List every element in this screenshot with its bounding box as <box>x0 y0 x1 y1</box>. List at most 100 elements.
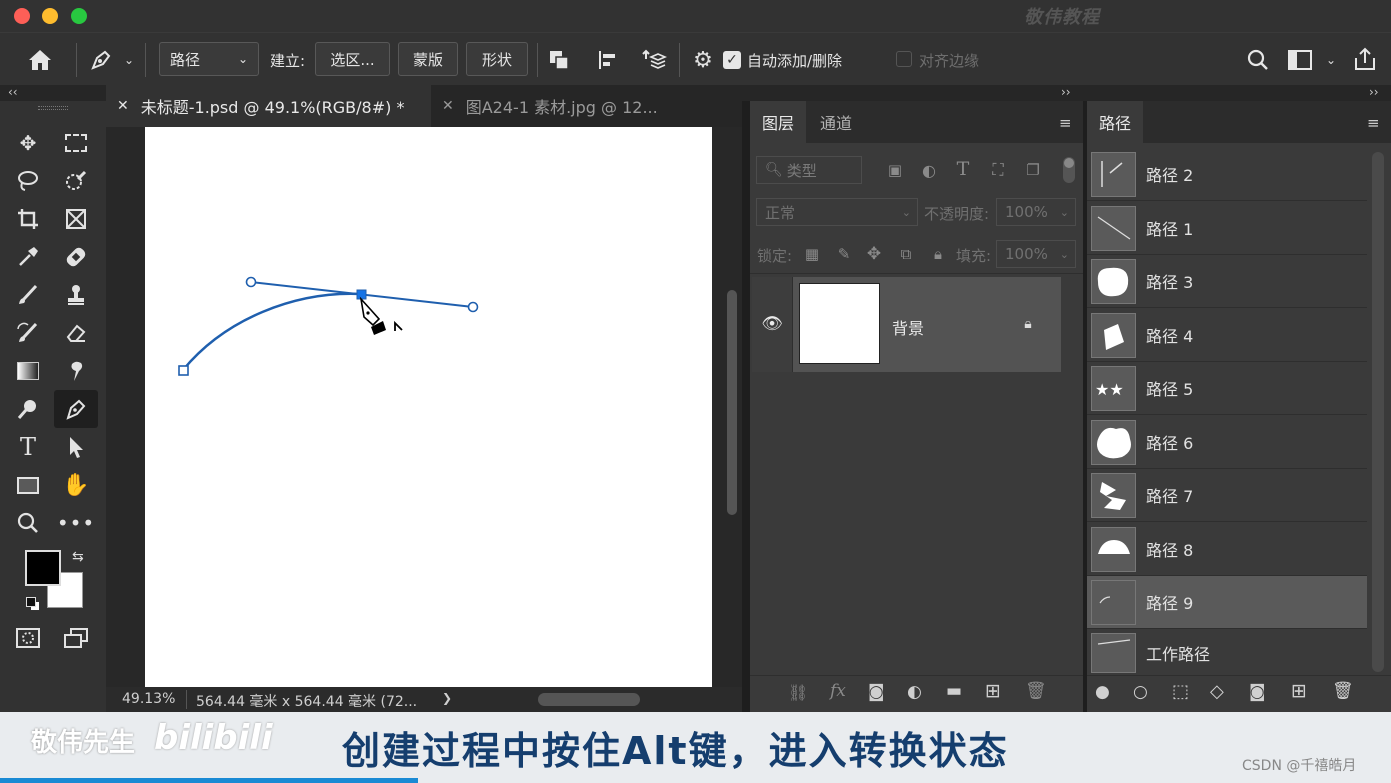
chevron-down-icon[interactable]: ⌄ <box>1322 51 1340 69</box>
new-group-icon[interactable]: ▬ <box>946 681 962 701</box>
path-alignment-icon[interactable] <box>592 45 622 75</box>
smudge-tool-icon[interactable] <box>59 354 93 388</box>
path-arrangement-icon[interactable] <box>638 45 670 75</box>
pen-tool-preset-icon[interactable] <box>86 45 116 75</box>
lock-artboard-icon[interactable]: ⧉ <box>896 244 916 264</box>
make-selection-button[interactable]: 选区... <box>315 42 390 76</box>
brush-tool-icon[interactable] <box>11 278 45 312</box>
healing-brush-tool-icon[interactable] <box>59 240 93 274</box>
trash-icon[interactable]: 🗑︎ <box>1332 681 1354 701</box>
path-selection-tool-icon[interactable] <box>59 430 93 464</box>
horizontal-scrollbar[interactable] <box>538 693 640 706</box>
filter-pixel-icon[interactable]: ▣ <box>884 160 906 180</box>
dodge-tool-icon[interactable] <box>11 392 45 426</box>
close-window-button[interactable] <box>14 8 30 24</box>
direction-handle[interactable] <box>245 276 257 288</box>
paths-scrollbar[interactable] <box>1372 152 1384 672</box>
document-canvas[interactable] <box>145 127 712 687</box>
make-work-path-icon[interactable]: ◇ <box>1210 681 1224 702</box>
pen-tool-icon[interactable] <box>54 390 98 428</box>
clone-stamp-tool-icon[interactable] <box>59 278 93 312</box>
make-mask-button[interactable]: 蒙版 <box>398 42 458 76</box>
lock-all-icon[interactable]: 🔒︎ <box>928 244 948 264</box>
expand-paths-icon[interactable]: ›› <box>1369 85 1379 99</box>
path-operations-icon[interactable] <box>544 45 574 75</box>
filter-type-icon[interactable]: T <box>952 158 974 180</box>
rectangle-tool-icon[interactable] <box>11 468 45 502</box>
frame-tool-icon[interactable] <box>59 202 93 236</box>
lasso-tool-icon[interactable] <box>11 164 45 198</box>
collapse-toolbar-icon[interactable]: ‹‹ <box>8 85 18 99</box>
gear-icon[interactable]: ⚙ <box>688 45 718 75</box>
quick-mask-icon[interactable] <box>11 621 45 655</box>
quick-selection-tool-icon[interactable] <box>59 164 93 198</box>
history-brush-tool-icon[interactable] <box>11 316 45 350</box>
path-item[interactable]: 路径 8 <box>1087 523 1367 576</box>
status-menu-arrow-icon[interactable]: ❯ <box>442 691 452 705</box>
add-mask-icon[interactable]: ◙ <box>1249 682 1266 702</box>
default-colors-icon[interactable] <box>26 597 40 611</box>
workspace-icon[interactable] <box>1285 45 1315 75</box>
new-path-icon[interactable]: ⊞ <box>1291 680 1307 702</box>
grip-handle[interactable] <box>38 106 68 110</box>
close-tab-icon[interactable]: ✕ <box>117 98 129 114</box>
share-icon[interactable] <box>1350 43 1380 75</box>
path-item-selected[interactable]: 路径 9 <box>1087 576 1367 629</box>
stroke-path-icon[interactable]: ○ <box>1133 682 1148 702</box>
filter-shape-icon[interactable]: ⛶ <box>987 160 1009 180</box>
tab-untitled-1[interactable]: ✕ 未标题-1.psd @ 49.1%(RGB/8#) * <box>106 85 431 127</box>
vertical-scrollbar[interactable] <box>727 290 737 515</box>
path-item[interactable]: 路径 7 <box>1087 469 1367 522</box>
adjustment-layer-icon[interactable]: ◐ <box>907 682 922 702</box>
search-icon[interactable] <box>1243 45 1273 75</box>
zoom-level[interactable]: 49.13% <box>122 691 175 707</box>
close-tab-icon[interactable]: ✕ <box>442 98 454 114</box>
fill-path-icon[interactable]: ● <box>1095 682 1110 702</box>
path-item[interactable]: ★★ 路径 5 <box>1087 362 1367 415</box>
anchor-point[interactable] <box>178 365 189 376</box>
lock-image-icon[interactable]: ✎ <box>834 244 854 264</box>
panel-menu-icon[interactable]: ≡ <box>1059 114 1072 132</box>
path-item[interactable]: 路径 1 <box>1087 202 1367 255</box>
panel-menu-icon[interactable]: ≡ <box>1367 114 1380 132</box>
make-shape-button[interactable]: 形状 <box>466 42 528 76</box>
screen-mode-icon[interactable] <box>59 621 93 655</box>
marquee-tool-icon[interactable] <box>59 126 93 160</box>
lock-position-icon[interactable]: ✥ <box>864 244 884 264</box>
type-tool-icon[interactable]: T <box>11 430 45 464</box>
lock-transparent-icon[interactable]: ▦ <box>802 244 822 264</box>
trash-icon[interactable]: 🗑︎ <box>1025 681 1047 701</box>
direction-handle[interactable] <box>467 301 479 313</box>
new-layer-icon[interactable]: ⊞ <box>985 680 1001 702</box>
eraser-tool-icon[interactable] <box>59 316 93 350</box>
anchor-point-selected[interactable] <box>356 289 367 300</box>
auto-add-delete-checkbox[interactable]: ✓ <box>723 51 741 69</box>
filter-adjustment-icon[interactable]: ◐ <box>918 160 940 180</box>
layer-filter-select[interactable]: 🔍︎ 类型 <box>756 156 862 184</box>
add-mask-icon[interactable]: ◙ <box>868 682 885 702</box>
fx-icon[interactable]: fx <box>830 681 846 701</box>
link-layers-icon[interactable]: ⛓︎ <box>788 683 808 702</box>
tab-a24-1-material[interactable]: ✕ 图A24-1 素材.jpg @ 12... <box>431 85 742 127</box>
tab-layers[interactable]: 图层 <box>750 101 806 143</box>
fill-field[interactable]: 100% ⌄ <box>996 240 1076 268</box>
minimize-window-button[interactable] <box>42 8 58 24</box>
gradient-tool-icon[interactable] <box>11 354 45 388</box>
align-edges-checkbox[interactable] <box>896 51 912 67</box>
tab-paths[interactable]: 路径 <box>1087 101 1143 143</box>
maximize-window-button[interactable] <box>71 8 87 24</box>
zoom-tool-icon[interactable] <box>11 506 45 540</box>
path-item[interactable]: 路径 4 <box>1087 309 1367 362</box>
swap-colors-icon[interactable]: ⇆ <box>72 549 84 565</box>
crop-tool-icon[interactable] <box>11 202 45 236</box>
blend-mode-select[interactable]: 正常 ⌄ <box>756 198 918 226</box>
path-item[interactable]: 路径 2 <box>1087 148 1367 201</box>
more-tools-icon[interactable]: ••• <box>57 506 94 540</box>
load-as-selection-icon[interactable]: ⬚ <box>1172 681 1189 702</box>
filter-toggle[interactable] <box>1063 157 1075 183</box>
tab-channels[interactable]: 通道 <box>806 101 866 143</box>
hand-tool-icon[interactable]: ✋ <box>59 468 93 502</box>
layer-name[interactable]: 背景 <box>892 315 924 339</box>
eye-icon[interactable]: 👁︎ <box>761 313 783 335</box>
layer-row[interactable]: 👁︎ 背景 🔒︎ <box>752 277 1061 372</box>
